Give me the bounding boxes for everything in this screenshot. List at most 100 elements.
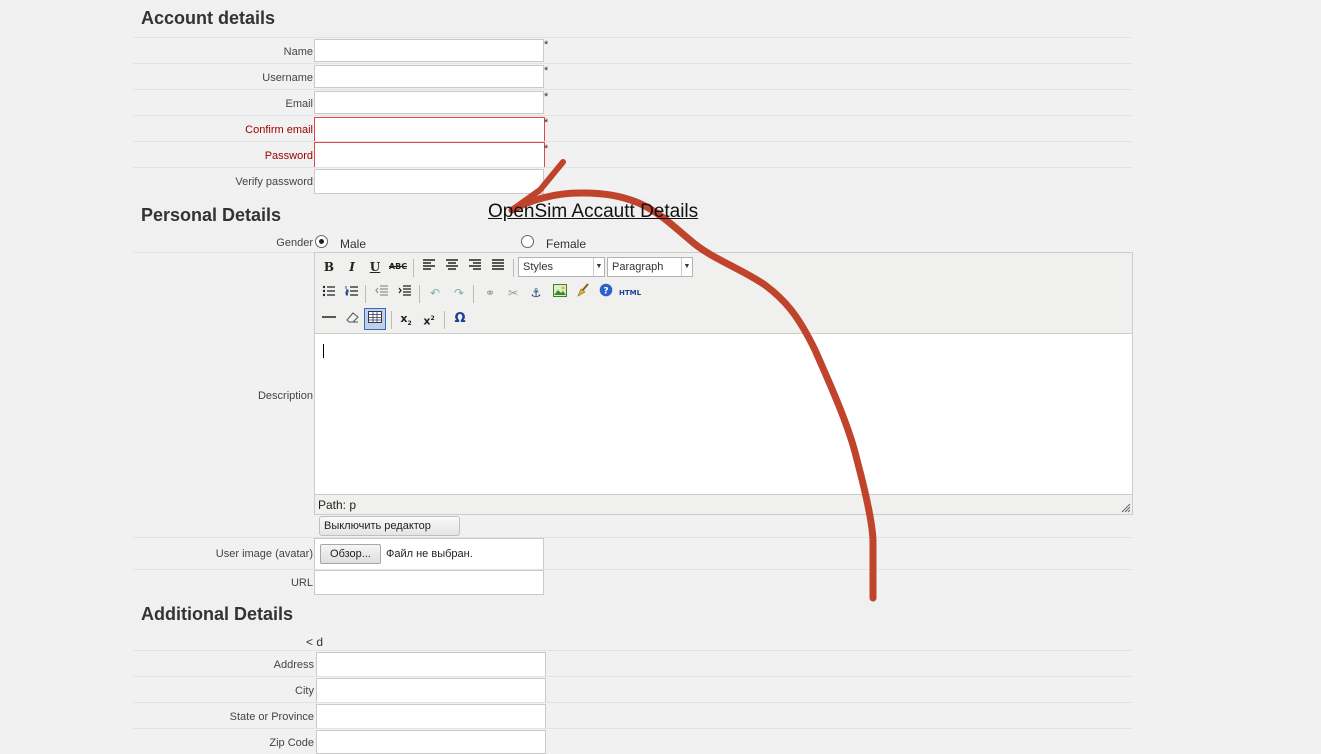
form-row-zip: Zip Code xyxy=(133,728,1132,754)
verify-password-label: Verify password xyxy=(235,176,313,188)
align-justify-icon[interactable] xyxy=(488,257,508,277)
zip-label: Zip Code xyxy=(269,737,314,749)
toolbar-separator xyxy=(413,259,414,277)
gender-female-radio[interactable] xyxy=(521,235,534,248)
city-input[interactable] xyxy=(316,678,546,703)
bold-icon[interactable]: B xyxy=(319,257,339,277)
rich-text-editor: B I U ABC Styles ▼ Paragraph ▼ ↶ ↷ ⚭ ✂ ⚓ xyxy=(314,252,1133,515)
toolbar-separator xyxy=(473,285,474,303)
section-title: Personal Details xyxy=(141,205,282,225)
format-select[interactable]: Paragraph ▼ xyxy=(607,257,693,277)
toolbar-separator xyxy=(444,311,445,329)
section-title: Account details xyxy=(141,8,276,28)
name-input[interactable] xyxy=(314,39,544,62)
gender-label: Gender xyxy=(276,237,313,249)
required-marker: * xyxy=(544,143,549,155)
form-row-gender: Gender Male Female xyxy=(133,231,1132,251)
numbered-list-icon[interactable] xyxy=(342,283,362,303)
gender-male-label: Male xyxy=(340,237,367,251)
verify-password-input[interactable] xyxy=(314,169,544,194)
password-label: Password xyxy=(264,150,313,162)
link-icon[interactable]: ⚭ xyxy=(480,283,500,303)
toolbar-separator xyxy=(391,311,392,329)
indent-icon[interactable] xyxy=(395,283,415,303)
eraser-icon[interactable] xyxy=(342,309,362,329)
required-marker: * xyxy=(544,65,549,77)
stray-text: < d xyxy=(306,635,324,649)
avatar-file-field: Обзор... Файл не выбран. xyxy=(314,538,544,570)
address-label: Address xyxy=(273,659,314,671)
account-section-header: Account details xyxy=(133,0,1132,36)
strikethrough-icon[interactable]: ABC xyxy=(388,257,408,277)
form-row-url: URL xyxy=(133,569,1132,595)
redo-icon[interactable]: ↷ xyxy=(449,283,469,303)
username-label: Username xyxy=(262,72,313,84)
styles-select[interactable]: Styles ▼ xyxy=(518,257,605,277)
align-left-icon[interactable] xyxy=(419,257,439,277)
toolbar-separator xyxy=(419,285,420,303)
toolbar-separator xyxy=(513,259,514,277)
email-label: Email xyxy=(285,98,313,110)
html-source-icon[interactable]: HTML xyxy=(618,283,642,303)
table-icon[interactable] xyxy=(364,308,386,330)
toolbar-separator xyxy=(365,285,366,303)
form-row-verify-password: Verify password xyxy=(133,167,1132,194)
city-label: City xyxy=(295,685,314,697)
password-input[interactable] xyxy=(314,142,545,168)
email-input[interactable] xyxy=(314,91,544,114)
help-icon[interactable]: ? xyxy=(596,283,616,303)
resize-handle-icon[interactable] xyxy=(1121,503,1131,513)
italic-icon[interactable]: I xyxy=(342,257,362,277)
editor-content-area[interactable] xyxy=(315,333,1132,495)
form-row-confirm-email: Confirm email * xyxy=(133,115,1132,142)
confirm-email-label: Confirm email xyxy=(245,124,313,136)
special-char-icon[interactable]: Ω xyxy=(450,309,470,329)
horizontal-rule-icon[interactable] xyxy=(319,309,339,329)
form-row-email: Email * xyxy=(133,89,1132,116)
styles-select-value: Styles xyxy=(523,261,553,273)
browse-button[interactable]: Обзор... xyxy=(320,544,381,564)
description-label: Description xyxy=(257,390,313,402)
cleanup-icon[interactable] xyxy=(573,283,593,303)
section-title: Additional Details xyxy=(141,604,294,624)
underline-icon[interactable]: U xyxy=(365,257,385,277)
align-right-icon[interactable] xyxy=(465,257,485,277)
editor-path: Path: p xyxy=(318,498,357,512)
confirm-email-input[interactable] xyxy=(314,117,545,142)
subscript-icon[interactable]: x2 xyxy=(396,309,416,329)
form-row-city: City xyxy=(133,676,1132,703)
gender-male-radio[interactable] xyxy=(315,235,328,248)
bullet-list-icon[interactable] xyxy=(319,283,339,303)
superscript-icon[interactable]: x2 xyxy=(419,309,439,329)
format-select-value: Paragraph xyxy=(612,261,664,273)
undo-icon[interactable]: ↶ xyxy=(425,283,445,303)
form-row-address: Address xyxy=(133,650,1132,677)
toggle-editor-button[interactable]: Выключить редактор xyxy=(319,516,460,536)
username-input[interactable] xyxy=(314,65,544,88)
additional-section-header: Additional Details xyxy=(133,595,1132,633)
form-row-state: State or Province xyxy=(133,702,1132,729)
url-input[interactable] xyxy=(314,570,544,595)
svg-text:?: ? xyxy=(603,287,608,297)
address-input[interactable] xyxy=(316,652,546,677)
required-marker: * xyxy=(544,117,549,129)
annotation-label: OpenSim Accautt Details xyxy=(488,201,699,222)
name-label: Name xyxy=(283,46,313,58)
outdent-icon[interactable] xyxy=(372,283,392,303)
required-marker: * xyxy=(544,91,549,103)
form-row-name: Name * xyxy=(133,37,1132,64)
anchor-icon[interactable]: ⚓ xyxy=(526,283,546,303)
form-row-username: Username * xyxy=(133,63,1132,90)
state-input[interactable] xyxy=(316,704,546,729)
unlink-icon[interactable]: ✂ xyxy=(503,283,523,303)
url-label: URL xyxy=(290,577,313,589)
gender-female-label: Female xyxy=(546,237,587,251)
image-icon[interactable] xyxy=(550,283,570,303)
chevron-down-icon: ▼ xyxy=(681,258,692,276)
zip-input[interactable] xyxy=(316,730,546,754)
form-row-password: Password * xyxy=(133,141,1132,168)
align-center-icon[interactable] xyxy=(442,257,462,277)
form-row-avatar: User image (avatar) Обзор... Файл не выб… xyxy=(133,537,1132,570)
file-status: Файл не выбран. xyxy=(386,548,473,560)
state-label: State or Province xyxy=(229,711,314,723)
